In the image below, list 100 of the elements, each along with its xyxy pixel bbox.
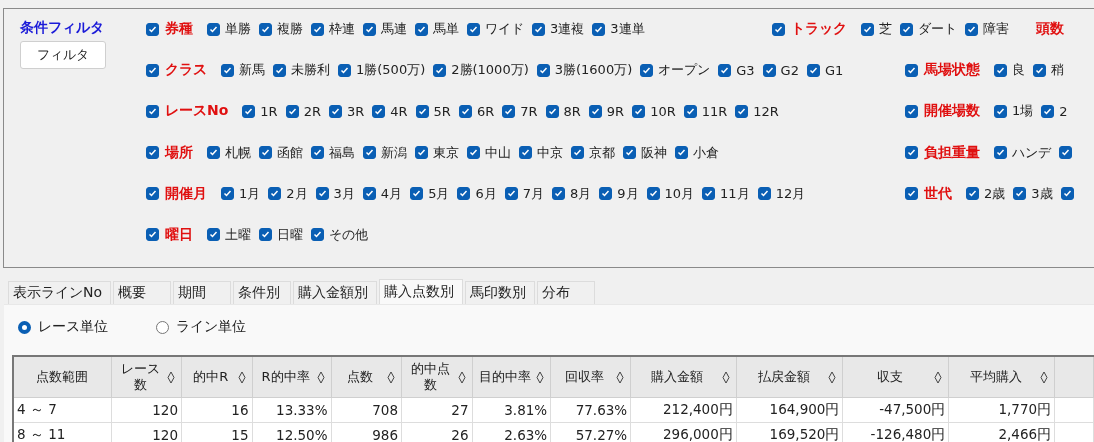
- checkbox[interactable]: [905, 146, 918, 159]
- checkbox[interactable]: [458, 104, 472, 118]
- checkbox[interactable]: [146, 187, 159, 201]
- checkbox[interactable]: [311, 228, 324, 242]
- column-header[interactable]: 回収率: [550, 356, 631, 398]
- checkbox[interactable]: [221, 63, 234, 77]
- column-header[interactable]: 収支: [842, 356, 949, 398]
- column-header[interactable]: レース数: [111, 356, 182, 398]
- checkbox[interactable]: [362, 187, 376, 201]
- checkbox[interactable]: [551, 187, 565, 201]
- checkbox[interactable]: [457, 187, 471, 201]
- checkbox[interactable]: [221, 187, 234, 201]
- checkbox[interactable]: [571, 146, 584, 159]
- checkbox[interactable]: [599, 187, 613, 201]
- tab[interactable]: 分布: [537, 281, 596, 304]
- column-header[interactable]: 購入金額: [630, 356, 737, 398]
- checkbox[interactable]: [683, 104, 697, 118]
- checkbox[interactable]: [1060, 187, 1074, 201]
- checkbox[interactable]: [905, 63, 918, 77]
- column-header[interactable]: 払戻金額: [736, 356, 843, 398]
- column-header[interactable]: R的中率: [252, 356, 332, 398]
- column-header[interactable]: 点数範囲: [13, 356, 112, 398]
- checkbox[interactable]: [900, 22, 913, 36]
- tab[interactable]: 期間: [173, 281, 232, 304]
- checkbox[interactable]: [762, 63, 776, 77]
- checkbox[interactable]: [504, 187, 518, 201]
- checkbox[interactable]: [588, 104, 602, 118]
- checkbox[interactable]: [207, 228, 220, 242]
- checkbox[interactable]: [640, 63, 654, 77]
- checkbox[interactable]: [861, 22, 874, 36]
- tab[interactable]: 条件別: [233, 281, 292, 304]
- checkbox[interactable]: [718, 63, 732, 77]
- checkbox[interactable]: [146, 63, 159, 77]
- checkbox[interactable]: [1013, 187, 1027, 201]
- tab[interactable]: 概要: [113, 281, 172, 304]
- column-header[interactable]: [1054, 356, 1094, 398]
- tab[interactable]: 表示ラインNo: [8, 281, 112, 304]
- checkbox[interactable]: [994, 63, 1007, 77]
- checkbox[interactable]: [259, 146, 272, 159]
- checkbox[interactable]: [532, 22, 545, 36]
- column-header[interactable]: 点数: [331, 356, 402, 398]
- checkbox[interactable]: [285, 104, 299, 118]
- tab[interactable]: 購入点数別: [379, 279, 464, 304]
- checkbox[interactable]: [623, 146, 636, 159]
- checkbox[interactable]: [363, 22, 376, 36]
- radio-button[interactable]: [156, 320, 169, 334]
- checkbox[interactable]: [415, 104, 429, 118]
- checkbox[interactable]: [311, 146, 324, 159]
- checkbox[interactable]: [146, 146, 159, 159]
- checkbox[interactable]: [806, 63, 820, 77]
- checkbox[interactable]: [372, 104, 386, 118]
- column-header[interactable]: 的中R: [181, 356, 252, 398]
- checkbox[interactable]: [536, 63, 550, 77]
- checkbox[interactable]: [467, 146, 480, 159]
- checkbox[interactable]: [519, 146, 532, 159]
- checkbox[interactable]: [311, 22, 324, 36]
- checkbox[interactable]: [592, 22, 606, 36]
- checkbox[interactable]: [905, 187, 918, 201]
- checkbox[interactable]: [467, 22, 480, 36]
- checkbox[interactable]: [207, 146, 220, 159]
- checkbox[interactable]: [545, 104, 559, 118]
- filter-button[interactable]: フィルタ: [20, 41, 106, 69]
- checkbox[interactable]: [242, 104, 256, 118]
- checkbox[interactable]: [1059, 146, 1072, 159]
- checkbox[interactable]: [146, 22, 159, 36]
- checkbox[interactable]: [328, 104, 342, 118]
- checkbox[interactable]: [207, 22, 220, 36]
- checkbox[interactable]: [268, 187, 282, 201]
- checkbox[interactable]: [905, 104, 918, 118]
- checkbox[interactable]: [415, 22, 428, 36]
- checkbox[interactable]: [646, 187, 660, 201]
- checkbox[interactable]: [1041, 104, 1055, 118]
- checkbox[interactable]: [273, 63, 286, 77]
- checkbox[interactable]: [994, 104, 1007, 118]
- checkbox[interactable]: [363, 146, 376, 159]
- checkbox[interactable]: [415, 146, 428, 159]
- checkbox[interactable]: [675, 146, 688, 159]
- column-header[interactable]: 平均購入: [948, 356, 1055, 398]
- checkbox[interactable]: [433, 63, 447, 77]
- checkbox[interactable]: [315, 187, 329, 201]
- checkbox[interactable]: [994, 146, 1007, 159]
- checkbox[interactable]: [772, 22, 785, 36]
- tab[interactable]: 購入金額別: [293, 281, 378, 304]
- checkbox[interactable]: [338, 63, 351, 77]
- checkbox[interactable]: [966, 187, 979, 201]
- checkbox[interactable]: [1033, 63, 1046, 77]
- column-header[interactable]: 目的中率: [472, 356, 551, 398]
- checkbox[interactable]: [259, 228, 272, 242]
- checkbox[interactable]: [965, 22, 978, 36]
- checkbox[interactable]: [410, 187, 424, 201]
- checkbox[interactable]: [757, 187, 771, 201]
- checkbox[interactable]: [259, 22, 272, 36]
- tab[interactable]: 馬印数別: [465, 281, 536, 304]
- checkbox[interactable]: [632, 104, 646, 118]
- checkbox[interactable]: [146, 228, 159, 242]
- radio-button[interactable]: [18, 320, 31, 334]
- checkbox[interactable]: [502, 104, 516, 118]
- checkbox[interactable]: [735, 104, 749, 118]
- checkbox[interactable]: [146, 104, 159, 118]
- checkbox[interactable]: [702, 187, 716, 201]
